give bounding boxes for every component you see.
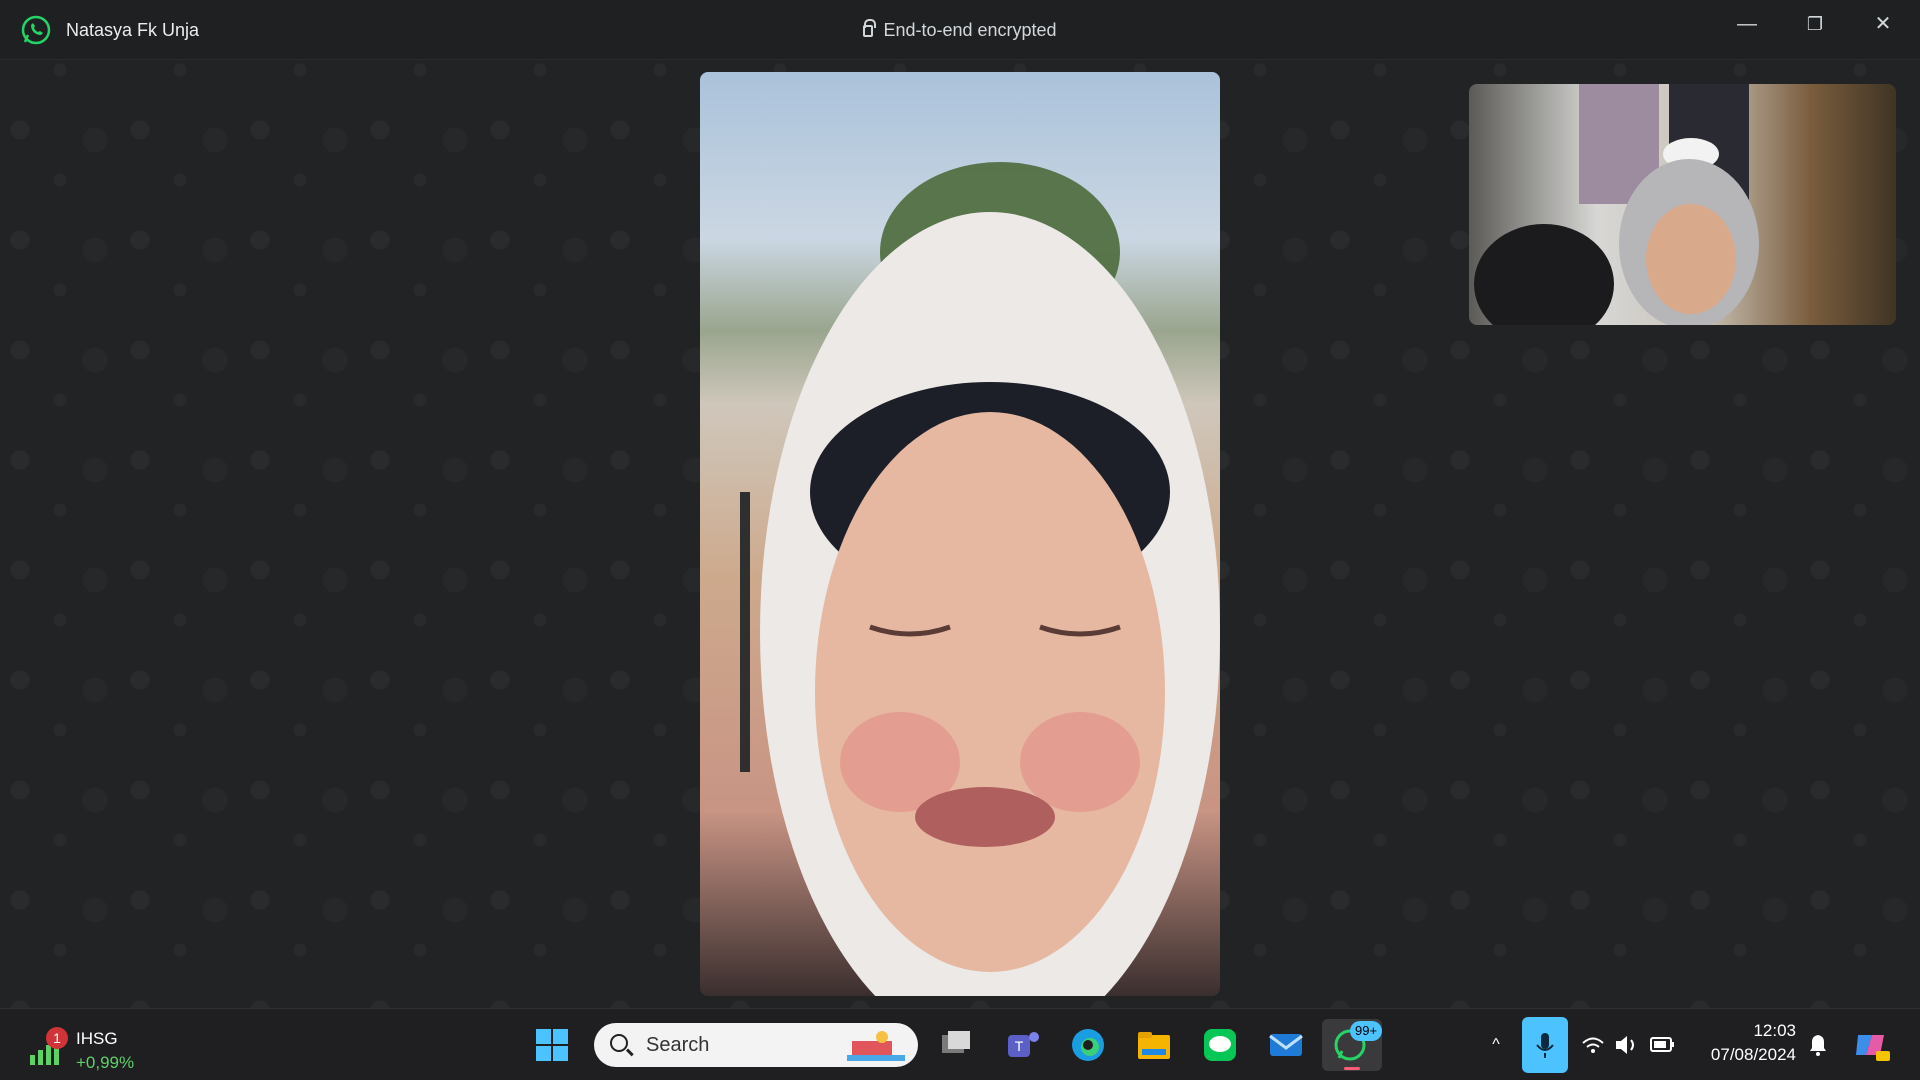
taskbar-search[interactable]: Search (594, 1023, 918, 1067)
remote-video[interactable] (700, 72, 1220, 996)
whatsapp-call-window: Natasya Fk Unja End-to-end encrypted — ❐… (0, 0, 1920, 1008)
self-video-frame (1474, 84, 1759, 325)
self-video-preview[interactable] (1469, 84, 1896, 325)
unread-badge: 99+ (1350, 1021, 1383, 1041)
chevron-up-icon[interactable]: ^ (1478, 1023, 1514, 1067)
taskbar: 1 IHSG +0,99% Search T 99+ ^ 12:03 07/08… (0, 1008, 1920, 1080)
encryption-label: End-to-end encrypted (883, 20, 1057, 40)
minimize-button[interactable]: — (1724, 8, 1770, 40)
microphone-icon (1536, 1033, 1554, 1058)
stock-change: +0,99% (76, 1053, 135, 1072)
search-icon (610, 1034, 628, 1052)
active-indicator (1344, 1067, 1360, 1070)
whatsapp-taskbar-button[interactable]: 99+ (1322, 1019, 1383, 1071)
stock-widget[interactable]: 1 IHSG +0,99% (28, 1021, 148, 1072)
mail-icon[interactable] (1264, 1023, 1308, 1067)
task-view-icon[interactable] (934, 1023, 978, 1067)
stock-ticker: IHSG (76, 1029, 118, 1048)
search-label: Search (646, 1034, 710, 1056)
svg-text:T: T (1015, 1038, 1024, 1054)
notification-bell-icon[interactable] (1800, 1023, 1836, 1067)
search-highlight-icon (847, 1031, 905, 1061)
clock-time[interactable]: 12:03 (1690, 1021, 1796, 1041)
remote-video-frame (740, 162, 1220, 996)
teams-icon[interactable]: T (1000, 1023, 1044, 1067)
line-app-icon[interactable] (1198, 1023, 1242, 1067)
restore-button[interactable]: ❐ (1792, 8, 1838, 40)
notification-badge: 1 (46, 1027, 68, 1049)
wifi-icon[interactable] (1578, 1023, 1608, 1067)
windows-start-icon[interactable] (530, 1023, 574, 1067)
battery-icon[interactable] (1648, 1023, 1678, 1067)
encryption-notice: End-to-end encrypted (0, 19, 1920, 41)
edge-icon[interactable] (1066, 1023, 1110, 1067)
clock-date[interactable]: 07/08/2024 (1690, 1045, 1796, 1065)
lock-icon (863, 19, 877, 37)
close-button[interactable]: ✕ (1860, 8, 1906, 40)
volume-icon[interactable] (1612, 1023, 1642, 1067)
title-bar: Natasya Fk Unja End-to-end encrypted — ❐… (0, 0, 1920, 60)
copilot-icon[interactable] (1850, 1023, 1894, 1067)
file-explorer-icon[interactable] (1132, 1023, 1176, 1067)
microphone-button[interactable] (1522, 1017, 1568, 1073)
